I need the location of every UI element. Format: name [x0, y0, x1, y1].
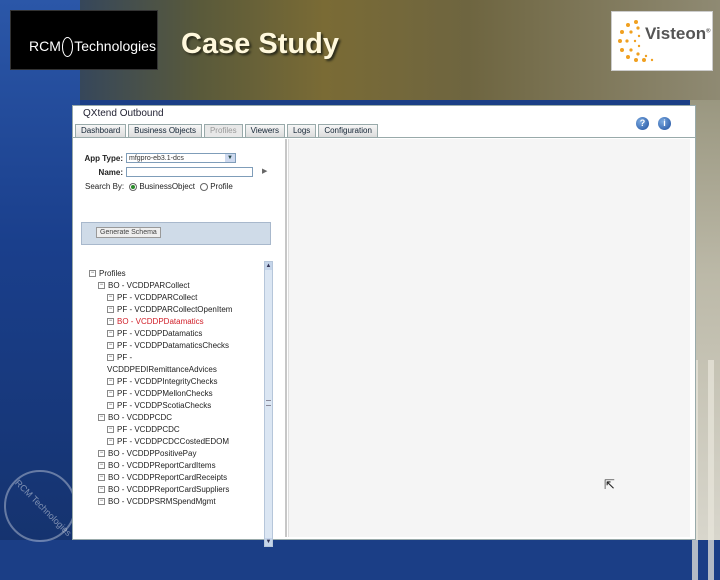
name-field[interactable]: [126, 167, 253, 177]
collapse-icon[interactable]: −: [98, 498, 105, 506]
collapse-icon[interactable]: −: [107, 402, 114, 410]
tree-item[interactable]: − PF - VCDDPDatamatics: [107, 329, 202, 339]
tree-item[interactable]: − PF -: [107, 353, 132, 363]
help-icon[interactable]: ?: [636, 117, 649, 130]
profile-detail-pane: ⇱: [288, 139, 690, 537]
tree-item[interactable]: − PF - VCDDPMellonChecks: [107, 389, 213, 399]
search-by-label: Search By:: [85, 182, 125, 191]
tree-item[interactable]: − PF - VCDDPDatamaticsChecks: [107, 341, 229, 351]
tree-item[interactable]: − PF - VCDDPScotiaChecks: [107, 401, 211, 411]
tree-item[interactable]: − BO - VCDDPReportCardReceipts: [98, 473, 227, 483]
collapse-icon[interactable]: −: [98, 414, 105, 422]
tree-item-continuation[interactable]: VCDDPEDIRemittanceAdvices: [107, 365, 217, 375]
collapse-icon[interactable]: −: [107, 438, 114, 446]
qxtend-window: QXtend Outbound ? i Dashboard Business O…: [72, 105, 696, 547]
tab-viewers[interactable]: Viewers: [244, 124, 285, 137]
visteon-logo-text: Visteon®: [645, 24, 711, 43]
scroll-down-icon[interactable]: ▼: [265, 538, 272, 546]
profiles-left-pane: App Type: mfgpro-eb3.1-dcs ▼ Name: ▶ Sea…: [78, 139, 274, 547]
tab-logs[interactable]: Logs: [286, 124, 317, 137]
app-type-select[interactable]: mfgpro-eb3.1-dcs ▼: [126, 153, 236, 163]
radio-business-object-label[interactable]: BusinessObject: [139, 182, 195, 191]
rcm-logo: RCM Technologies: [10, 10, 158, 70]
tree-item-selected[interactable]: − BO - VCDDPDatamatics: [107, 317, 204, 327]
app-type-label: App Type:: [84, 154, 123, 163]
tab-divider: [73, 137, 695, 138]
pane-splitter[interactable]: [285, 139, 287, 537]
collapse-icon[interactable]: −: [107, 342, 114, 350]
tree-item[interactable]: − PF - VCDDPARCollect: [107, 293, 197, 303]
tree-item[interactable]: − PF - VCDDPCDCCostedEDOM: [107, 437, 229, 447]
info-icon[interactable]: i: [658, 117, 671, 130]
slide-left-background: [0, 0, 80, 540]
tree-item[interactable]: − BO - VCDDPARCollect: [98, 281, 190, 291]
tree-scrollbar[interactable]: ▲ ▼: [264, 261, 273, 547]
collapse-icon[interactable]: −: [98, 462, 105, 470]
tab-configuration[interactable]: Configuration: [318, 124, 378, 137]
radio-business-object[interactable]: [129, 182, 138, 191]
tree-item[interactable]: − BO - VCDDPSRMSpendMgmt: [98, 497, 216, 507]
tab-profiles[interactable]: Profiles: [203, 124, 243, 137]
collapse-icon[interactable]: −: [107, 306, 114, 314]
rcm-logo-technologies: Technologies: [74, 38, 156, 54]
rcm-logo-text: RCM: [29, 38, 61, 54]
tree-item[interactable]: − BO - VCDDPCDC: [98, 413, 172, 423]
collapse-icon[interactable]: −: [89, 270, 96, 278]
tree-item[interactable]: − PF - VCDDPCDC: [107, 425, 180, 435]
rcm-logo-ring-icon: [61, 37, 74, 57]
collapse-icon[interactable]: −: [107, 378, 114, 386]
collapse-icon[interactable]: −: [98, 282, 105, 290]
generate-schema-button[interactable]: Generate Schema: [96, 227, 161, 238]
radio-profile[interactable]: [200, 182, 209, 191]
collapse-icon[interactable]: −: [107, 426, 114, 434]
radio-profile-label[interactable]: Profile: [210, 182, 233, 191]
tree-item[interactable]: − BO - VCDDPReportCardItems: [98, 461, 216, 471]
profiles-tree: − Profiles − BO - VCDDPARCollect − PF - VCD…: [81, 261, 263, 551]
collapse-icon[interactable]: −: [107, 354, 114, 362]
search-by-row: Search By: BusinessObject Profile: [85, 182, 233, 191]
app-type-value: mfgpro-eb3.1-dcs: [129, 155, 184, 162]
collapse-icon[interactable]: −: [107, 390, 114, 398]
tree-item[interactable]: − BO - VCDDPPositivePay: [98, 449, 196, 459]
collapse-icon[interactable]: −: [98, 486, 105, 494]
arrow-right-icon[interactable]: ▶: [262, 167, 267, 175]
tree-item[interactable]: − PF - VCDDPIntegrityChecks: [107, 377, 217, 387]
collapse-icon[interactable]: −: [98, 450, 105, 458]
tree-root[interactable]: − Profiles: [89, 269, 126, 279]
tab-business-objects[interactable]: Business Objects: [128, 124, 202, 137]
mouse-pointer-icon: ⇱: [604, 477, 615, 492]
tab-bar: Dashboard Business Objects Profiles View…: [75, 124, 380, 137]
tree-item[interactable]: − BO - VCDDPReportCardSuppliers: [98, 485, 229, 495]
generate-schema-panel: Generate Schema: [81, 222, 271, 245]
scroll-grip[interactable]: [266, 400, 271, 406]
column-decoration: [708, 360, 714, 580]
slide-title: Case Study: [181, 28, 339, 60]
collapse-icon[interactable]: −: [98, 474, 105, 482]
tab-dashboard[interactable]: Dashboard: [75, 124, 127, 137]
name-label: Name:: [98, 168, 123, 177]
visteon-logo: Visteon®: [611, 11, 713, 71]
tree-item[interactable]: − PF - VCDDPARCollectOpenItem: [107, 305, 232, 315]
scroll-up-icon[interactable]: ▲: [265, 262, 272, 270]
collapse-icon[interactable]: −: [107, 330, 114, 338]
app-title: QXtend Outbound: [83, 108, 164, 119]
chevron-down-icon[interactable]: ▼: [225, 154, 235, 162]
collapse-icon[interactable]: −: [107, 318, 114, 326]
collapse-icon[interactable]: −: [107, 294, 114, 302]
